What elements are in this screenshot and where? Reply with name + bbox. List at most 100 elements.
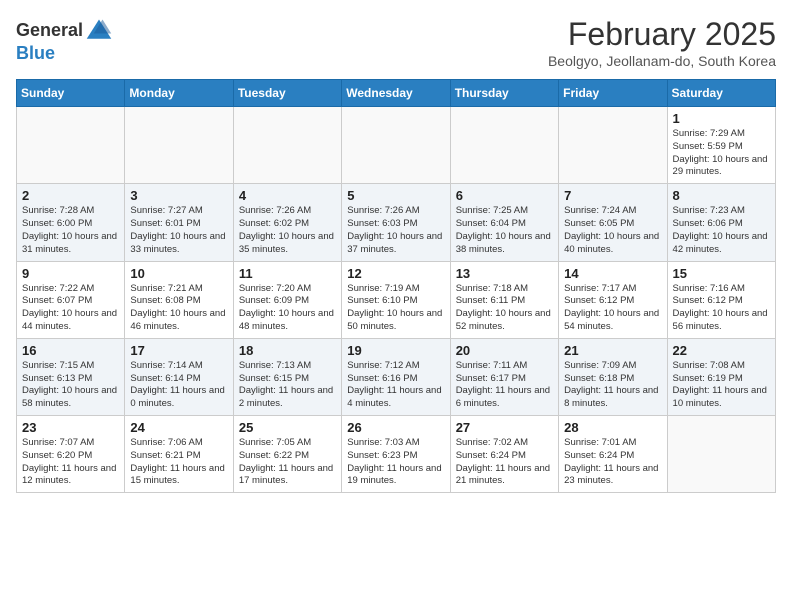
logo: General Blue [16,16,113,62]
calendar-day-cell: 3 Sunrise: 7:27 AM Sunset: 6:01 PM Daylig… [125,184,233,261]
calendar-day-cell: 5Sunrise: 7:26 AM Sunset: 6:03 PM Daylig… [342,184,450,261]
day-info: Sunrise: 7:26 AM Sunset: 6:02 PM Dayligh… [239,205,336,256]
calendar-day-cell: 26 Sunrise: 7:03 AM Sunset: 6:23 PM Dayli… [342,416,450,493]
day-info: Sunrise: 7:15 AM Sunset: 6:13 PM Dayligh… [22,360,119,411]
calendar-day-cell: 13 Sunrise: 7:18 AM Sunset: 6:11 PM Dayli… [450,261,558,338]
weekday-header: Friday [559,80,667,107]
day-info: Sunrise: 7:19 AM Sunset: 6:10 PM Dayligh… [347,283,444,334]
day-info: Sunrise: 7:03 AM Sunset: 6:23 PM Dayligh… [347,437,444,488]
day-number: 23 [22,420,119,435]
day-number: 9 [22,266,119,281]
day-info: Sunrise: 7:27 AM Sunset: 6:01 PM Dayligh… [130,205,227,256]
logo-general: General [16,21,83,39]
day-number: 16 [22,343,119,358]
calendar-day-cell: 2 Sunrise: 7:28 AM Sunset: 6:00 PM Daylig… [17,184,125,261]
day-number: 25 [239,420,336,435]
day-number: 3 [130,188,227,203]
calendar-day-cell: 16 Sunrise: 7:15 AM Sunset: 6:13 PM Dayli… [17,338,125,415]
day-number: 17 [130,343,227,358]
day-info: Sunrise: 7:16 AM Sunset: 6:12 PM Dayligh… [673,283,770,334]
day-info: Sunrise: 7:20 AM Sunset: 6:09 PM Dayligh… [239,283,336,334]
day-info: Sunrise: 7:22 AM Sunset: 6:07 PM Dayligh… [22,283,119,334]
calendar-day-cell [17,107,125,184]
calendar-day-cell: 24 Sunrise: 7:06 AM Sunset: 6:21 PM Dayli… [125,416,233,493]
logo-blue: Blue [16,44,55,62]
day-number: 2 [22,188,119,203]
day-number: 12 [347,266,444,281]
calendar-day-cell: 20 Sunrise: 7:11 AM Sunset: 6:17 PM Dayli… [450,338,558,415]
day-number: 10 [130,266,227,281]
page-header: General Blue February 2025 Beolgyo, Jeol… [16,16,776,69]
calendar-day-cell: 11 Sunrise: 7:20 AM Sunset: 6:09 PM Dayli… [233,261,341,338]
calendar-week-row: 2 Sunrise: 7:28 AM Sunset: 6:00 PM Daylig… [17,184,776,261]
weekday-header: Thursday [450,80,558,107]
calendar-day-cell [125,107,233,184]
calendar-day-cell: 18 Sunrise: 7:13 AM Sunset: 6:15 PM Dayli… [233,338,341,415]
day-number: 20 [456,343,553,358]
day-info: Sunrise: 7:13 AM Sunset: 6:15 PM Dayligh… [239,360,336,411]
weekday-header: Sunday [17,80,125,107]
calendar-day-cell: 4 Sunrise: 7:26 AM Sunset: 6:02 PM Daylig… [233,184,341,261]
day-info: Sunrise: 7:01 AM Sunset: 6:24 PM Dayligh… [564,437,661,488]
location-subtitle: Beolgyo, Jeollanam-do, South Korea [548,53,776,69]
day-info: Sunrise: 7:08 AM Sunset: 6:19 PM Dayligh… [673,360,770,411]
day-info: Sunrise: 7:26 AM Sunset: 6:03 PM Dayligh… [347,205,444,256]
calendar-day-cell: 25 Sunrise: 7:05 AM Sunset: 6:22 PM Dayli… [233,416,341,493]
day-info: Sunrise: 7:07 AM Sunset: 6:20 PM Dayligh… [22,437,119,488]
logo-icon [85,16,113,44]
day-info: Sunrise: 7:12 AM Sunset: 6:16 PM Dayligh… [347,360,444,411]
calendar-week-row: 9 Sunrise: 7:22 AM Sunset: 6:07 PM Daylig… [17,261,776,338]
day-number: 13 [456,266,553,281]
weekday-header: Wednesday [342,80,450,107]
day-number: 14 [564,266,661,281]
calendar-week-row: 23 Sunrise: 7:07 AM Sunset: 6:20 PM Dayli… [17,416,776,493]
day-number: 6 [456,188,553,203]
day-number: 18 [239,343,336,358]
calendar-day-cell: 8Sunrise: 7:23 AM Sunset: 6:06 PM Daylig… [667,184,775,261]
day-info: Sunrise: 7:21 AM Sunset: 6:08 PM Dayligh… [130,283,227,334]
calendar-day-cell: 6 Sunrise: 7:25 AM Sunset: 6:04 PM Daylig… [450,184,558,261]
day-number: 26 [347,420,444,435]
day-info: Sunrise: 7:11 AM Sunset: 6:17 PM Dayligh… [456,360,553,411]
calendar-day-cell: 12 Sunrise: 7:19 AM Sunset: 6:10 PM Dayli… [342,261,450,338]
calendar-day-cell [450,107,558,184]
day-number: 24 [130,420,227,435]
day-number: 4 [239,188,336,203]
day-number: 21 [564,343,661,358]
calendar-day-cell: 23 Sunrise: 7:07 AM Sunset: 6:20 PM Dayli… [17,416,125,493]
day-number: 7 [564,188,661,203]
calendar-week-row: 16 Sunrise: 7:15 AM Sunset: 6:13 PM Dayli… [17,338,776,415]
calendar-day-cell: 1 Sunrise: 7:29 AM Sunset: 5:59 PM Daylig… [667,107,775,184]
day-number: 11 [239,266,336,281]
day-info: Sunrise: 7:18 AM Sunset: 6:11 PM Dayligh… [456,283,553,334]
weekday-header: Monday [125,80,233,107]
day-info: Sunrise: 7:09 AM Sunset: 6:18 PM Dayligh… [564,360,661,411]
weekday-header: Saturday [667,80,775,107]
title-block: February 2025 Beolgyo, Jeollanam-do, Sou… [548,16,776,69]
weekday-header-row: SundayMondayTuesdayWednesdayThursdayFrid… [17,80,776,107]
day-number: 1 [673,111,770,126]
calendar-table: SundayMondayTuesdayWednesdayThursdayFrid… [16,79,776,493]
calendar-week-row: 1 Sunrise: 7:29 AM Sunset: 5:59 PM Daylig… [17,107,776,184]
day-info: Sunrise: 7:24 AM Sunset: 6:05 PM Dayligh… [564,205,661,256]
calendar-day-cell: 10 Sunrise: 7:21 AM Sunset: 6:08 PM Dayli… [125,261,233,338]
calendar-day-cell [559,107,667,184]
day-info: Sunrise: 7:14 AM Sunset: 6:14 PM Dayligh… [130,360,227,411]
month-year-title: February 2025 [548,16,776,53]
day-info: Sunrise: 7:25 AM Sunset: 6:04 PM Dayligh… [456,205,553,256]
day-info: Sunrise: 7:28 AM Sunset: 6:00 PM Dayligh… [22,205,119,256]
day-number: 22 [673,343,770,358]
calendar-day-cell: 21 Sunrise: 7:09 AM Sunset: 6:18 PM Dayli… [559,338,667,415]
day-info: Sunrise: 7:02 AM Sunset: 6:24 PM Dayligh… [456,437,553,488]
day-info: Sunrise: 7:05 AM Sunset: 6:22 PM Dayligh… [239,437,336,488]
day-number: 15 [673,266,770,281]
calendar-day-cell: 15 Sunrise: 7:16 AM Sunset: 6:12 PM Dayli… [667,261,775,338]
calendar-day-cell: 14 Sunrise: 7:17 AM Sunset: 6:12 PM Dayli… [559,261,667,338]
day-info: Sunrise: 7:17 AM Sunset: 6:12 PM Dayligh… [564,283,661,334]
calendar-day-cell: 9 Sunrise: 7:22 AM Sunset: 6:07 PM Daylig… [17,261,125,338]
day-number: 27 [456,420,553,435]
calendar-day-cell: 22 Sunrise: 7:08 AM Sunset: 6:19 PM Dayli… [667,338,775,415]
day-info: Sunrise: 7:29 AM Sunset: 5:59 PM Dayligh… [673,128,770,179]
calendar-day-cell [667,416,775,493]
day-info: Sunrise: 7:06 AM Sunset: 6:21 PM Dayligh… [130,437,227,488]
